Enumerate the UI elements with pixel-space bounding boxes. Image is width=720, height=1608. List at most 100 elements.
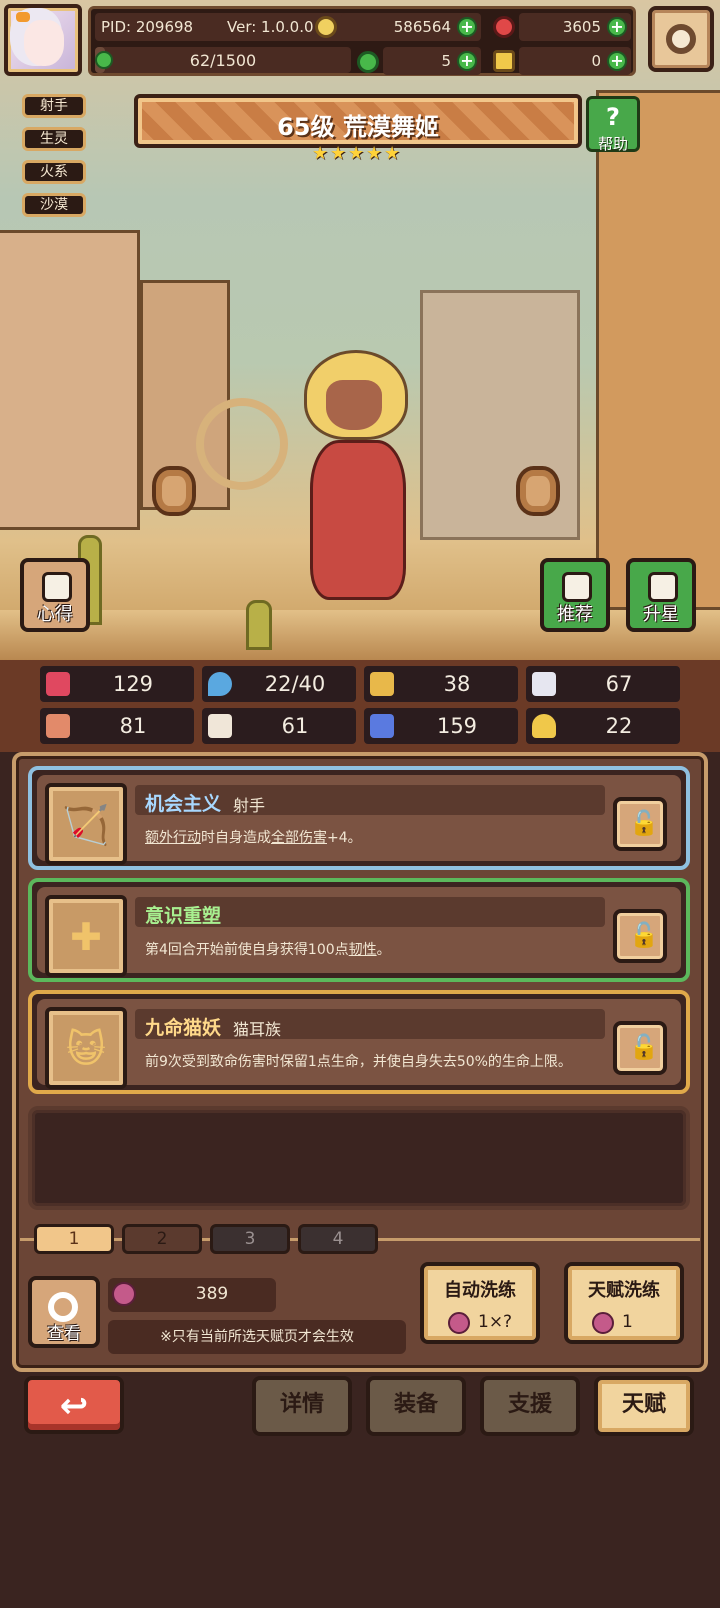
help-button[interactable]: ? 帮助 [586, 96, 640, 153]
talent-slot-2[interactable]: ✚ 意识重塑 第4回合开始前使自身获得100点韧性。 🔓 [28, 878, 690, 982]
talent-lock-button[interactable]: 🔓 [613, 909, 667, 963]
stat-magic[interactable]: 159 [364, 708, 518, 744]
add-key-button[interactable]: + [607, 51, 627, 71]
stat-value: 129 [112, 672, 154, 696]
stamina-bar: 62/1500 [95, 47, 351, 73]
question-icon: ? [606, 103, 620, 131]
desc-text: +4。 [327, 830, 362, 846]
talent-icon-frame: 😺 [45, 1007, 127, 1089]
berry-icon [592, 1312, 614, 1334]
gem-icon [493, 16, 515, 38]
thumbs-up-icon [562, 572, 592, 602]
cactus-mid [246, 600, 272, 650]
stat-defense[interactable]: 38 [364, 666, 518, 702]
clover-amount: 5 [441, 52, 451, 70]
tag-race[interactable]: 生灵 [22, 127, 86, 151]
insight-button[interactable]: 心得 [20, 558, 90, 632]
star-badge-icon [648, 572, 678, 602]
player-id: PID: 209698 [101, 18, 194, 36]
tag-region[interactable]: 沙漠 [22, 193, 86, 217]
view-button[interactable]: 查看 [28, 1276, 100, 1348]
star-icon: ★ [384, 143, 401, 164]
star-icon: ★ [312, 143, 329, 164]
stat-value: 159 [436, 714, 478, 738]
talent-type: 射手 [233, 796, 266, 815]
star-rating: ★ ★ ★ ★ ★ [312, 144, 408, 166]
clover-counter: 5 + [383, 47, 481, 75]
avatar-face [24, 20, 64, 66]
talent-card: ✚ 意识重塑 第4回合开始前使自身获得100点韧性。 🔓 [37, 887, 681, 977]
talent-name: 九命猫妖 [145, 1017, 222, 1039]
talent-page-note: ※只有当前所选天赋页才会生效 [108, 1320, 406, 1354]
talent-description: 额外行动时自身造成全部伤害+4。 [145, 827, 601, 847]
add-clover-button[interactable]: + [457, 51, 477, 71]
talent-lock-button[interactable]: 🔓 [613, 797, 667, 851]
talent-name-row: 机会主义 射手 [135, 785, 605, 815]
pid-pill: PID: 209698 Ver: 1.0.0.0 [95, 13, 351, 41]
tag-element[interactable]: 火系 [22, 160, 86, 184]
tag-class[interactable]: 射手 [22, 94, 86, 118]
keyword-link[interactable]: 全部伤害 [271, 830, 327, 846]
orb-left [152, 466, 196, 516]
nav-equipment[interactable]: 装备 [366, 1376, 466, 1436]
stat-hp[interactable]: 129 [40, 666, 194, 702]
back-button[interactable]: ↩ [24, 1376, 124, 1434]
gold-counter: 586564 + [341, 13, 481, 41]
talent-slot-3[interactable]: 😺 九命猫妖 猫耳族 前9次受到致命伤害时保留1点生命，并使自身失去50%的生命… [28, 990, 690, 1094]
keyword-link[interactable]: 韧性 [349, 942, 377, 958]
page-tab-2[interactable]: 2 [122, 1224, 202, 1254]
berry-amount: 389 [195, 1284, 229, 1304]
hero-weapon-ring [196, 398, 288, 490]
keyword-link[interactable]: 额外行动 [145, 830, 201, 846]
talent-name-row: 九命猫妖 猫耳族 [135, 1009, 605, 1039]
unlock-icon: 🔓 [629, 921, 659, 949]
auto-reroll-button[interactable]: 自动洗练 1×? [420, 1262, 540, 1344]
cross-icon: ✚ [70, 915, 102, 959]
stat-intellect[interactable]: 61 [202, 708, 356, 744]
stat-value: 38 [443, 672, 471, 696]
desc-text: 时自身造成 [201, 830, 271, 846]
recommend-button[interactable]: 推荐 [540, 558, 610, 632]
recommend-label: 推荐 [557, 604, 593, 625]
player-avatar[interactable] [4, 4, 82, 76]
hero-character[interactable] [290, 330, 420, 630]
stat-speed[interactable]: 67 [526, 666, 680, 702]
talent-icon-frame: 🏹 [45, 783, 127, 865]
clover-icon-right [357, 51, 379, 73]
add-gems-button[interactable]: + [607, 17, 627, 37]
settings-button[interactable] [648, 6, 714, 72]
spellbook-icon [370, 714, 394, 738]
hero-face [326, 380, 382, 430]
talent-type: 猫耳族 [233, 1020, 282, 1039]
page-tab-4[interactable]: 4 [298, 1224, 378, 1254]
talent-reroll-button[interactable]: 天赋洗练 1 [564, 1262, 684, 1344]
player-info-bar: PID: 209698 Ver: 1.0.0.0 586564 + 3605 +… [88, 6, 636, 76]
add-gold-button[interactable]: + [457, 17, 477, 37]
horseshoe-icon [532, 714, 556, 738]
key-counter: 0 + [519, 47, 631, 75]
stat-strength[interactable]: 81 [40, 708, 194, 744]
gem-counter: 3605 + [519, 13, 631, 41]
stat-value: 61 [281, 714, 309, 738]
talent-reroll-label: 天赋洗练 [588, 1280, 660, 1301]
stat-mana[interactable]: 22/40 [202, 666, 356, 702]
page-tab-3[interactable]: 3 [210, 1224, 290, 1254]
cat-icon: 😺 [66, 1027, 106, 1071]
help-label: 帮助 [597, 135, 628, 153]
talent-lock-button[interactable]: 🔓 [613, 1021, 667, 1075]
auto-reroll-label: 自动洗练 [444, 1280, 516, 1301]
page-tab-1[interactable]: 1 [34, 1224, 114, 1254]
nav-support[interactable]: 支援 [480, 1376, 580, 1436]
stat-luck[interactable]: 22 [526, 708, 680, 744]
star-up-button[interactable]: 升星 [626, 558, 696, 632]
view-label: 查看 [47, 1324, 81, 1344]
stat-value: 81 [119, 714, 147, 738]
nav-details[interactable]: 详情 [252, 1376, 352, 1436]
berry-icon [448, 1312, 470, 1334]
talent-card: 🏹 机会主义 射手 额外行动时自身造成全部伤害+4。 🔓 [37, 775, 681, 865]
talent-slot-empty [28, 1106, 690, 1210]
wing-icon [532, 672, 556, 696]
talent-slot-1[interactable]: 🏹 机会主义 射手 额外行动时自身造成全部伤害+4。 🔓 [28, 766, 690, 870]
nav-talent[interactable]: 天赋 [594, 1376, 694, 1436]
talent-card: 😺 九命猫妖 猫耳族 前9次受到致命伤害时保留1点生命，并使自身失去50%的生命… [37, 999, 681, 1089]
